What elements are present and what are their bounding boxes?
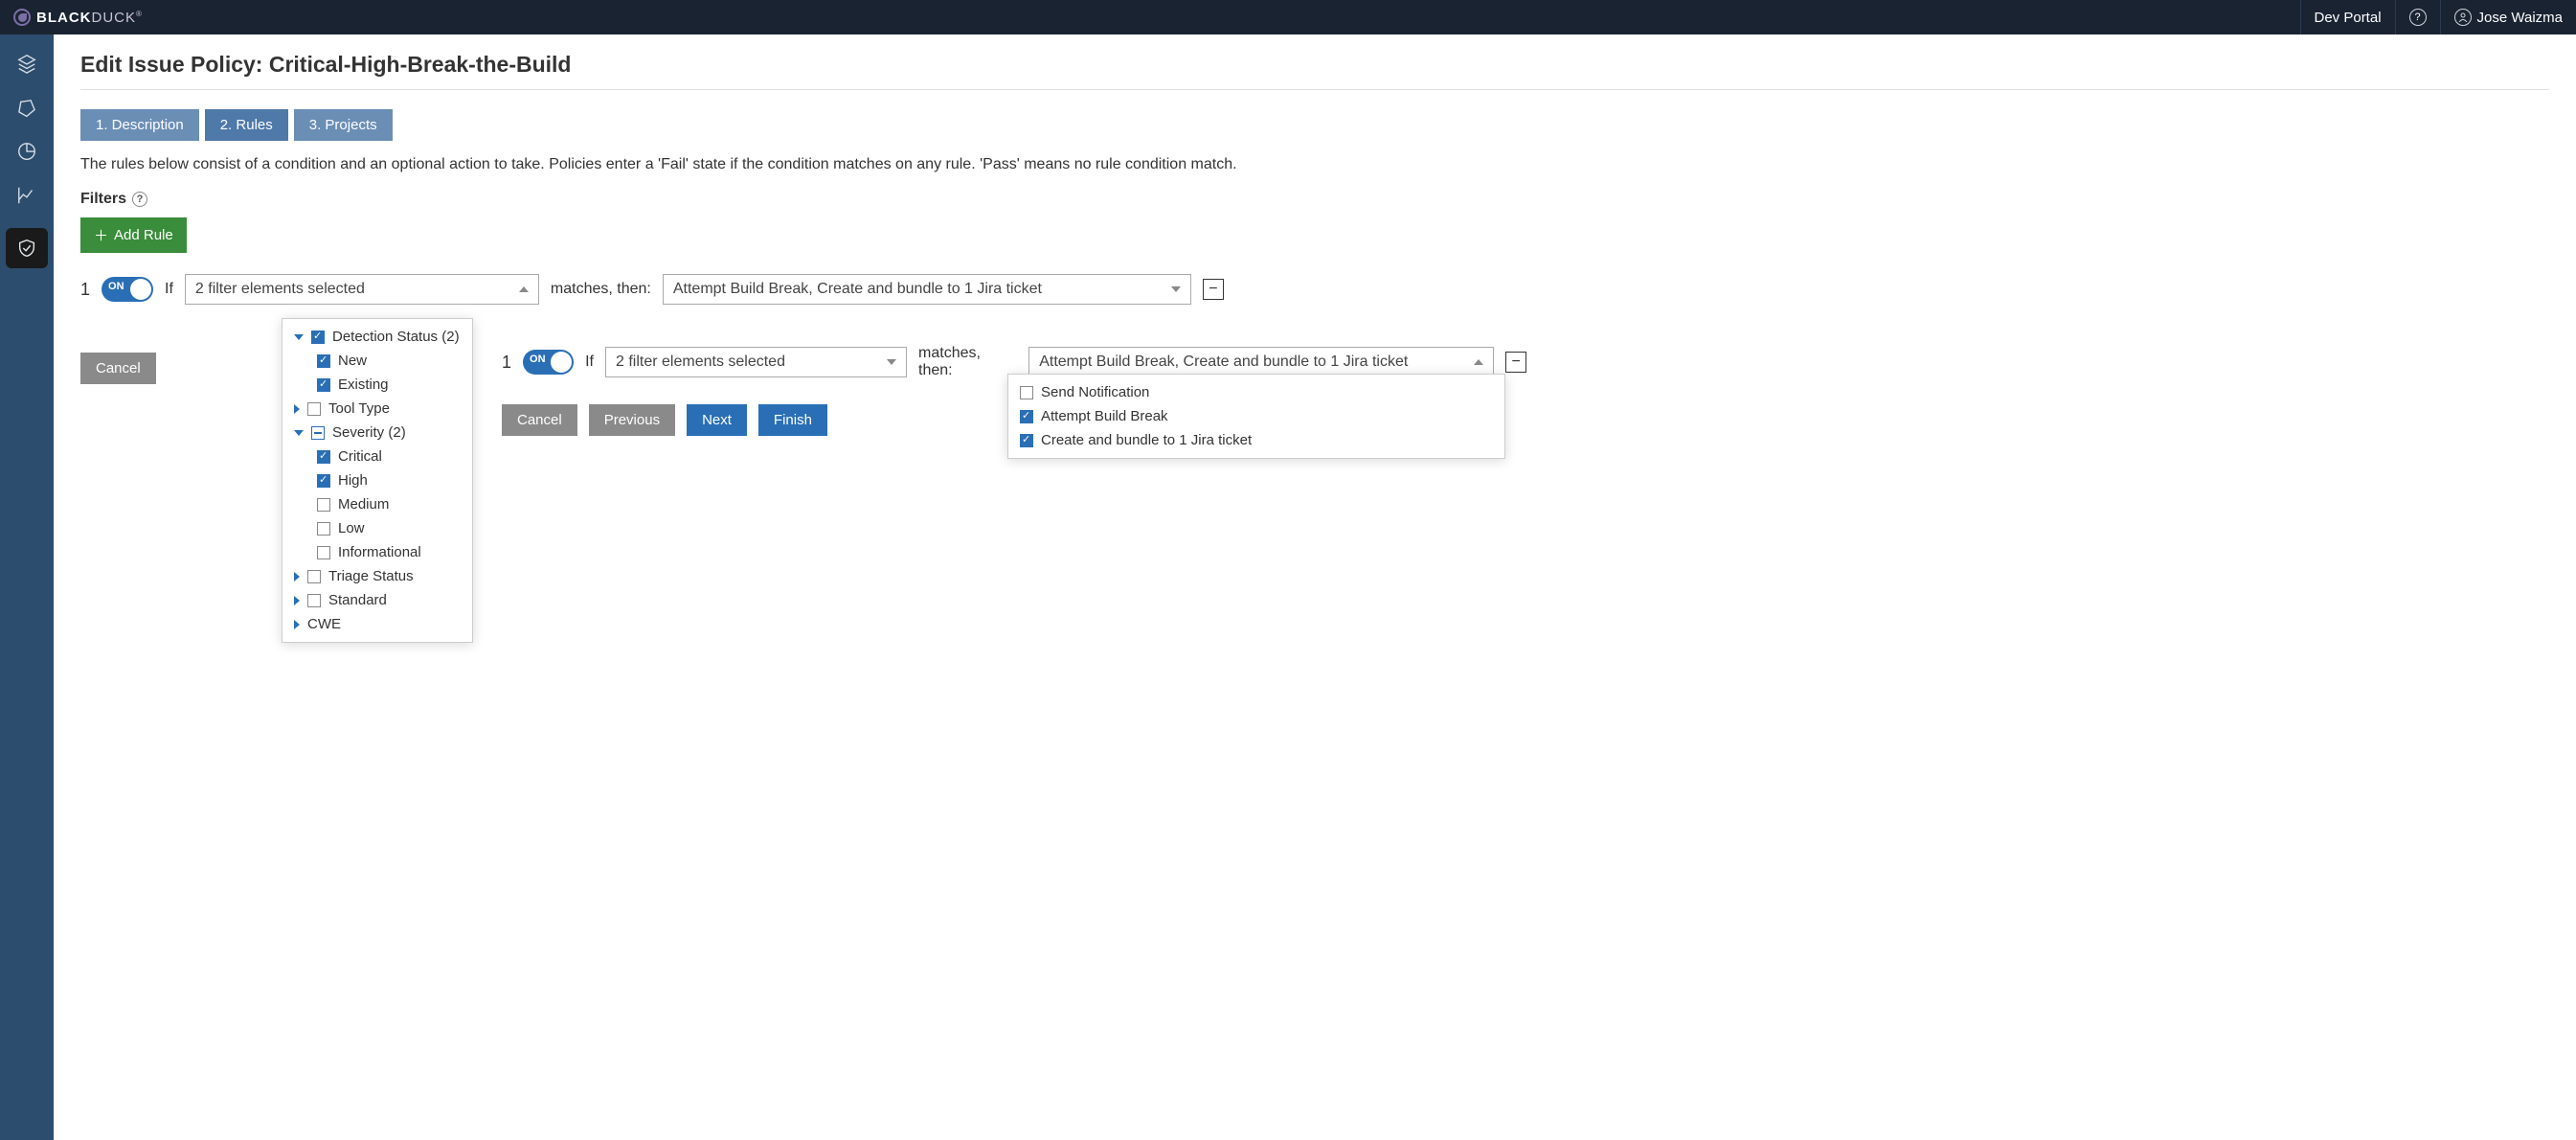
logo-text-strong: BLACK [36,10,92,26]
caret-down-icon [887,359,896,365]
step-description[interactable]: 1. Description [80,109,199,141]
action-option-send-notification[interactable]: Send Notification [1008,380,1504,404]
rule-number: 1 [80,280,90,300]
step-tabs: 1. Description 2. Rules 3. Projects [80,109,2549,141]
dev-portal-link[interactable]: Dev Portal [2300,0,2395,34]
nav-policy-icon[interactable] [6,228,48,268]
filter-option-medium[interactable]: Medium [282,492,472,516]
next-button[interactable]: Next [687,404,747,436]
rule-row: 1 ON If 2 filter elements selected match… [80,274,2549,305]
logo-registered: ® [136,10,143,18]
caret-down-icon [294,430,304,436]
filter-group-triage-status[interactable]: Triage Status [282,564,472,588]
user-name: Jose Waizma [2477,10,2563,26]
checkbox-icon[interactable] [317,522,330,536]
checkbox-icon[interactable] [1020,386,1033,399]
previous-button[interactable]: Previous [589,404,675,436]
filters-help-icon[interactable]: ? [132,192,147,207]
if-label: If [165,281,173,298]
caret-right-icon [294,572,300,581]
add-rule-button[interactable]: ＋ Add Rule [80,217,187,253]
action-option-build-break[interactable]: Attempt Build Break [1008,404,1504,428]
filter-select[interactable]: 2 filter elements selected [185,274,539,305]
help-icon: ? [2409,9,2427,26]
filter-group-detection-status[interactable]: Detection Status (2) [282,325,472,349]
finish-button[interactable]: Finish [758,404,827,436]
action-option-jira-bundle[interactable]: Create and bundle to 1 Jira ticket [1008,428,1504,452]
page-title: Edit Issue Policy: Critical-High-Break-t… [80,38,2549,90]
caret-up-icon [1474,359,1483,365]
toggle-on-label: ON [530,353,546,365]
caret-right-icon [294,620,300,629]
checkbox-checked-icon[interactable] [1020,410,1033,423]
step-rules[interactable]: 2. Rules [205,109,288,141]
toggle-on-label: ON [108,281,124,292]
caret-right-icon [294,404,300,414]
checkbox-checked-icon[interactable] [311,331,325,344]
help-button[interactable]: ? [2395,0,2440,34]
toggle-knob [551,352,572,373]
filter-option-new[interactable]: New [282,349,472,373]
top-bar: BLACKDUCK® Dev Portal ? Jose Waizma [0,0,2576,34]
step-projects[interactable]: 3. Projects [294,109,393,141]
caret-down-icon [294,334,304,340]
user-icon [2454,9,2472,26]
action-select[interactable]: Attempt Build Break, Create and bundle t… [663,274,1191,305]
rule-toggle[interactable]: ON [523,350,574,375]
user-menu[interactable]: Jose Waizma [2440,0,2576,34]
product-logo: BLACKDUCK® [13,9,143,26]
filter-select[interactable]: 2 filter elements selected [605,347,907,377]
checkbox-icon[interactable] [317,546,330,559]
filter-option-critical[interactable]: Critical [282,445,472,468]
checkbox-icon[interactable] [307,570,321,583]
rules-help-text: The rules below consist of a condition a… [80,156,2549,173]
remove-rule-button[interactable]: − [1505,352,1526,373]
filter-option-high[interactable]: High [282,468,472,492]
filter-group-severity[interactable]: Severity (2) [282,421,472,445]
checkbox-icon[interactable] [317,498,330,512]
action-dropdown-panel: Send Notification Attempt Build Break Cr… [1007,374,1505,459]
checkbox-checked-icon[interactable] [317,354,330,368]
checkbox-checked-icon[interactable] [317,378,330,392]
caret-up-icon [519,286,529,292]
then-label: matches, then: [918,345,1017,379]
filter-dropdown-panel: Detection Status (2) New Existing Tool T… [282,318,473,643]
filters-heading: Filters ? [80,191,2549,208]
filter-option-low[interactable]: Low [282,516,472,540]
nav-pie-icon[interactable] [15,140,38,163]
left-nav [0,34,54,1140]
nav-tag-icon[interactable] [15,96,38,119]
remove-rule-button[interactable]: − [1203,279,1224,300]
filter-option-informational[interactable]: Informational [282,540,472,564]
filter-group-standard[interactable]: Standard [282,588,472,612]
logo-mark-icon [13,9,31,26]
rule-number: 1 [502,353,511,373]
filter-group-cwe[interactable]: CWE [282,612,472,636]
cancel-button[interactable]: Cancel [502,404,577,436]
caret-right-icon [294,596,300,605]
rule-toggle[interactable]: ON [102,277,153,302]
logo-text-light: DUCK [92,10,137,26]
checkbox-checked-icon[interactable] [317,450,330,464]
then-label: matches, then: [551,281,651,298]
checkbox-icon[interactable] [307,402,321,416]
nav-trend-icon[interactable] [15,184,38,207]
if-label: If [585,353,594,371]
checkbox-icon[interactable] [307,594,321,607]
filter-group-tool-type[interactable]: Tool Type [282,397,472,421]
checkbox-checked-icon[interactable] [317,474,330,488]
cancel-button[interactable]: Cancel [80,353,156,384]
plus-icon: ＋ [94,225,108,245]
nav-layers-icon[interactable] [15,52,38,75]
caret-down-icon [1171,286,1181,292]
checkbox-mixed-icon[interactable] [311,426,325,440]
filter-option-existing[interactable]: Existing [282,373,472,397]
toggle-knob [130,279,151,300]
checkbox-checked-icon[interactable] [1020,434,1033,447]
